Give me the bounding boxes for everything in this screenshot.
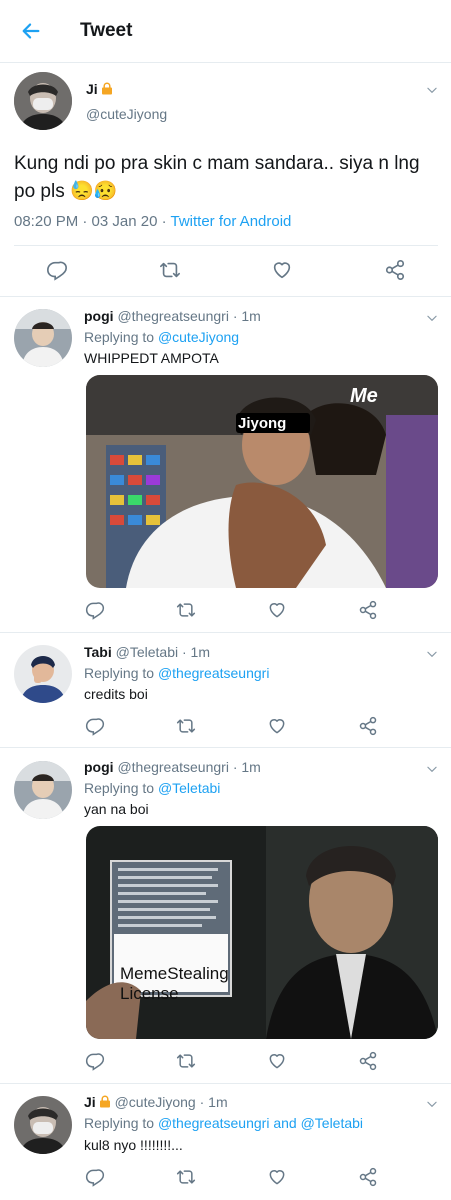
meme-label: Jiyong — [238, 415, 287, 432]
like-icon[interactable] — [267, 600, 287, 620]
chevron-down-icon[interactable] — [425, 647, 439, 661]
reply-icon[interactable] — [85, 600, 105, 620]
retweet-icon[interactable] — [176, 600, 196, 620]
retweet-icon[interactable] — [176, 1167, 196, 1187]
replying-label: Replying to — [84, 329, 155, 345]
meme-label: MemeStealing — [120, 964, 229, 983]
author-name: pogi — [84, 759, 114, 775]
like-icon[interactable] — [271, 259, 293, 281]
lock-icon — [101, 82, 113, 95]
tweet-age: · 1m — [182, 644, 210, 660]
lock-icon — [99, 1095, 111, 1108]
author-name: Ji — [86, 81, 98, 97]
tweet-text: credits boi — [84, 686, 148, 702]
replying-label: Replying to — [84, 1115, 155, 1131]
chevron-down-icon[interactable] — [425, 83, 439, 97]
author-handle[interactable]: @thegreatseungri — [117, 759, 229, 775]
avatar[interactable] — [14, 761, 72, 819]
top-bar: Tweet — [0, 0, 451, 63]
avatar[interactable] — [14, 72, 72, 130]
divider — [0, 632, 451, 633]
reply-icon[interactable] — [85, 1051, 105, 1071]
author-handle[interactable]: @cuteJiyong — [115, 1094, 196, 1110]
tweet-text: Kung ndi po pra skin c mam sandara.. siy… — [14, 153, 420, 202]
replying-label: Replying to — [84, 780, 155, 796]
replying-to-link[interactable]: @thegreatseungri and @Teletabi — [158, 1115, 363, 1131]
like-icon[interactable] — [267, 1051, 287, 1071]
tweet-age: · 1m — [232, 308, 261, 324]
author-handle[interactable]: @cuteJiyong — [86, 106, 167, 122]
tweet-age: · 1m — [199, 1094, 228, 1110]
retweet-icon[interactable] — [176, 716, 196, 736]
divider — [0, 296, 451, 297]
tweet-timestamp: 08:20 PM · 03 Jan 20 · — [14, 213, 167, 230]
meme-label: Me — [350, 385, 378, 407]
author-name: Ji — [84, 1094, 96, 1110]
author-handle[interactable]: @Teletabi — [116, 644, 178, 660]
avatar[interactable] — [14, 309, 72, 367]
retweet-icon[interactable] — [176, 1051, 196, 1071]
meme-image — [86, 826, 438, 1039]
divider — [14, 245, 438, 246]
tweet-image[interactable]: Jiyong Me — [86, 375, 438, 588]
author-name: pogi — [84, 308, 114, 324]
like-icon[interactable] — [267, 716, 287, 736]
tweet-text: WHIPPEDT AMPOTA — [84, 350, 219, 366]
like-icon[interactable] — [267, 1167, 287, 1187]
divider — [0, 747, 451, 748]
page-title: Tweet — [80, 20, 133, 41]
share-icon[interactable] — [358, 600, 378, 620]
replying-to-link[interactable]: @thegreatseungri — [158, 665, 270, 681]
replying-label: Replying to — [84, 665, 155, 681]
author-name: Tabi — [84, 644, 112, 660]
meme-image — [86, 375, 438, 588]
retweet-icon[interactable] — [159, 259, 181, 281]
replying-to-link[interactable]: @cuteJiyong — [158, 329, 239, 345]
tweet-source-link[interactable]: Twitter for Android — [171, 213, 292, 230]
tweet-text: yan na boi — [84, 801, 149, 817]
chevron-down-icon[interactable] — [425, 311, 439, 325]
author-handle[interactable]: @thegreatseungri — [117, 308, 229, 324]
avatar[interactable] — [14, 645, 72, 703]
tweet-image[interactable]: MemeStealing License — [86, 826, 438, 1039]
back-arrow-icon[interactable] — [20, 20, 42, 42]
share-icon[interactable] — [358, 1167, 378, 1187]
tweet-age: · 1m — [232, 759, 261, 775]
reply-icon[interactable] — [85, 716, 105, 736]
replying-to-link[interactable]: @Teletabi — [158, 780, 220, 796]
chevron-down-icon[interactable] — [425, 1097, 439, 1111]
avatar[interactable] — [14, 1096, 72, 1154]
tweet-text: kul8 nyo !!!!!!!!... — [84, 1137, 183, 1153]
share-icon[interactable] — [358, 716, 378, 736]
reply-icon[interactable] — [85, 1167, 105, 1187]
meme-label: License — [120, 984, 179, 1003]
divider — [0, 1083, 451, 1084]
chevron-down-icon[interactable] — [425, 762, 439, 776]
reply-icon[interactable] — [46, 259, 68, 281]
share-icon[interactable] — [384, 259, 406, 281]
share-icon[interactable] — [358, 1051, 378, 1071]
